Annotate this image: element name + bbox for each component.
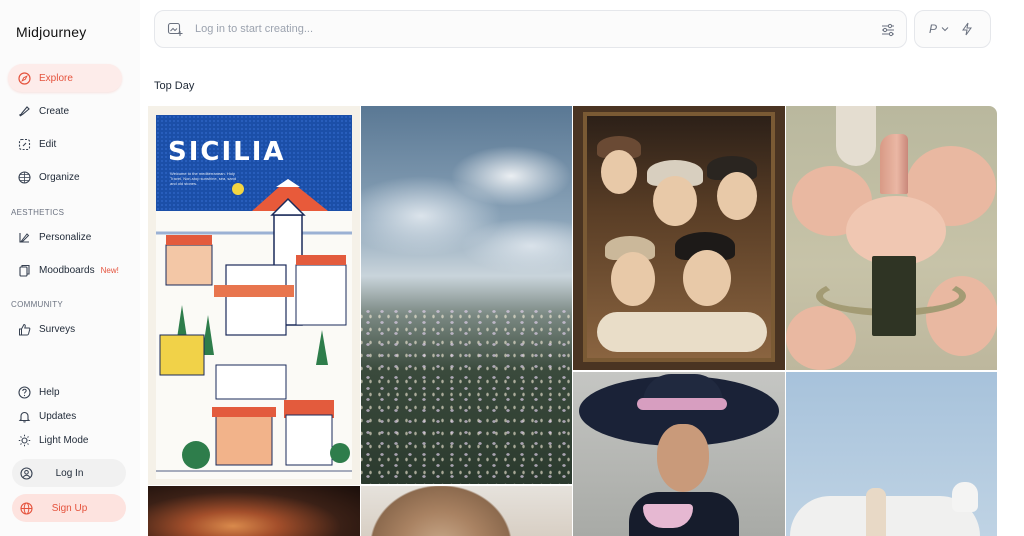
- globe-icon: [20, 501, 33, 515]
- community-heading: COMMUNITY: [11, 300, 64, 309]
- signup-label: Sign Up: [51, 502, 88, 514]
- thumbs-up-icon: [18, 323, 31, 336]
- speed-selector[interactable]: P: [914, 10, 991, 48]
- gallery-image-lipstick[interactable]: [786, 106, 997, 370]
- poster-town-illustration: [156, 179, 352, 472]
- nav-explore-label: Explore: [39, 72, 73, 84]
- painting-frame: [583, 112, 775, 362]
- poster-artwork: SICILIA Welcome to the mediterranean. Ho…: [156, 115, 352, 479]
- lightning-icon[interactable]: [961, 22, 973, 36]
- nav-explore[interactable]: Explore: [8, 64, 122, 92]
- compass-icon: [18, 71, 31, 85]
- nav-surveys-label: Surveys: [39, 323, 76, 335]
- personalize-icon: [18, 231, 31, 244]
- man-shape: [866, 488, 886, 536]
- gallery-image-white-horse[interactable]: [786, 372, 997, 536]
- gallery-image-fisheye[interactable]: [148, 486, 360, 536]
- nav-organize[interactable]: Organize: [8, 163, 122, 191]
- user-icon: [20, 466, 33, 480]
- prompt-bar: [154, 10, 907, 48]
- nav-organize-label: Organize: [39, 171, 80, 183]
- gallery-image-sicilia-poster[interactable]: SICILIA Welcome to the mediterranean. Ho…: [148, 106, 360, 485]
- brush-icon: [18, 105, 31, 118]
- prompt-input[interactable]: [195, 23, 845, 35]
- login-button[interactable]: Log In: [12, 459, 126, 487]
- edit-icon: [18, 138, 31, 151]
- app-logo[interactable]: Midjourney: [16, 24, 86, 40]
- sidebar: Midjourney Explore Create Edit Organize …: [0, 0, 140, 536]
- nav-light-mode-label: Light Mode: [39, 434, 89, 446]
- lipstick-tube: [872, 256, 916, 336]
- login-label: Log In: [55, 467, 84, 479]
- image-add-icon[interactable]: [167, 21, 183, 37]
- nav-edit-label: Edit: [39, 138, 57, 150]
- moodboard-icon: [18, 264, 31, 277]
- new-badge: New!: [100, 265, 119, 275]
- nav-surveys[interactable]: Surveys: [8, 315, 122, 343]
- bell-icon: [18, 410, 31, 423]
- nav-personalize[interactable]: Personalize: [8, 223, 122, 251]
- settings-sliders-icon[interactable]: [880, 22, 896, 38]
- grid-icon: [18, 170, 31, 184]
- sun-icon: [18, 434, 31, 447]
- speed-label: P: [929, 22, 938, 36]
- help-icon: [18, 385, 31, 399]
- chevron-down-icon: [941, 25, 949, 33]
- signup-button[interactable]: Sign Up: [12, 494, 126, 522]
- nav-light-mode[interactable]: Light Mode: [8, 426, 122, 454]
- nav-updates-label: Updates: [39, 410, 77, 422]
- nav-personalize-label: Personalize: [39, 231, 92, 243]
- lipstick-bullet: [880, 134, 908, 194]
- nav-create[interactable]: Create: [8, 97, 122, 125]
- gallery-image-woman-hat[interactable]: [573, 372, 785, 536]
- nav-help-label: Help: [39, 386, 60, 398]
- nav-moodboards-label: Moodboards: [39, 264, 95, 276]
- gallery-image-portrait-hair[interactable]: [361, 486, 572, 536]
- nav-edit[interactable]: Edit: [8, 130, 122, 158]
- gallery-image-sky-field[interactable]: [361, 106, 572, 484]
- nav-create-label: Create: [39, 105, 70, 117]
- section-title: Top Day: [154, 80, 195, 92]
- gallery-image-painting-faces[interactable]: [573, 106, 785, 370]
- nav-moodboards[interactable]: Moodboards New!: [8, 256, 122, 284]
- aesthetics-heading: AESTHETICS: [11, 208, 65, 217]
